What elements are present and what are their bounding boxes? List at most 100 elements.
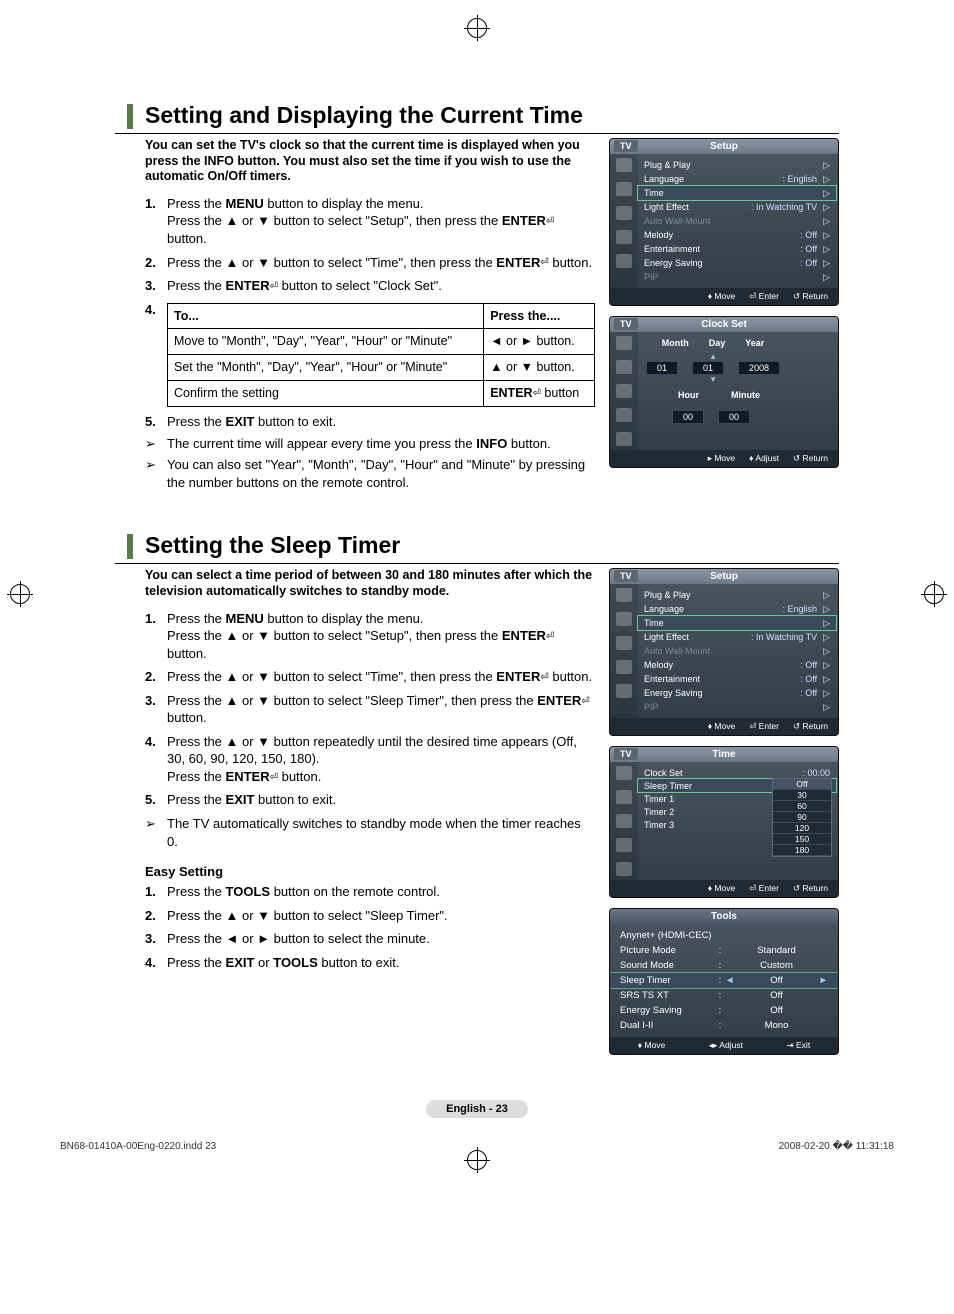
- tools-row: SRS TS XT:Off: [610, 988, 838, 1003]
- clock-value: 2008: [738, 361, 780, 375]
- osd-hint: ♦ Move: [708, 883, 735, 894]
- osd-category-icons: [610, 332, 638, 450]
- clock-value: 00: [718, 410, 750, 424]
- step-number: 2.: [145, 668, 167, 686]
- osd-row: Melody: Off▷: [644, 658, 830, 672]
- footer-timestamp: 2008-02-20 �� 11:31:18: [779, 1141, 894, 1152]
- osd-hint: ↺ Return: [793, 883, 828, 894]
- osd-hint: ⇥ Exit: [787, 1040, 811, 1051]
- enter-icon: ⏎: [270, 771, 278, 785]
- step-number: 4.: [145, 301, 167, 408]
- osd-category-icons: [610, 584, 638, 718]
- osd-category-icons: [610, 154, 638, 288]
- osd-tab: TV: [614, 318, 638, 330]
- osd-hint: ⏎ Enter: [749, 883, 779, 894]
- dropdown-option: Off: [773, 779, 831, 790]
- osd-hint: ↺ Return: [793, 291, 828, 302]
- osd-tab: TV: [614, 748, 638, 760]
- step-number: 5.: [145, 413, 167, 431]
- osd-row: Auto Wall-Mount▷: [644, 644, 830, 658]
- osd-tab: TV: [614, 570, 638, 582]
- osd-tools-panel: Tools Anynet+ (HDMI-CEC)Picture Mode:Sta…: [609, 908, 839, 1055]
- osd-title: Setup: [710, 571, 738, 582]
- osd-title: Clock Set: [701, 319, 747, 330]
- osd-hint: ↺ Return: [793, 721, 828, 732]
- note-text: You can also set "Year", "Month", "Day",…: [167, 456, 595, 491]
- step-body: Press the ▲ or ▼ button to select "Sleep…: [167, 907, 595, 925]
- registration-mark-icon: [467, 1150, 487, 1170]
- step-body: Press the EXIT button to exit.: [167, 791, 595, 809]
- clock-value: 01: [646, 361, 678, 375]
- dropdown-option: 120: [773, 823, 831, 834]
- note-text: The current time will appear every time …: [167, 435, 551, 453]
- clock-value: 01: [692, 361, 724, 375]
- section-clock: Setting and Displaying the Current Time …: [115, 100, 839, 495]
- page-number: English - 23: [426, 1100, 528, 1118]
- step-number: 3.: [145, 277, 167, 295]
- clock-value: 00: [672, 410, 704, 424]
- step-body: Press the ◄ or ► button to select the mi…: [167, 930, 595, 948]
- osd-title: Time: [712, 749, 735, 760]
- tools-row: Picture Mode:Standard: [610, 943, 838, 958]
- osd-tab: TV: [614, 140, 638, 152]
- osd-row: Auto Wall-Mount▷: [644, 214, 830, 228]
- dropdown-option: 180: [773, 845, 831, 856]
- clock-label: Hour: [678, 390, 699, 400]
- osd-hint: ♦ Move: [638, 1040, 665, 1051]
- enter-icon: ⏎: [533, 387, 541, 401]
- table-cell: Confirm the setting: [168, 381, 484, 407]
- instruction-table: To...Press the.... Move to "Month", "Day…: [167, 303, 595, 408]
- osd-row: Light Effect: In Watching TV▷: [644, 630, 830, 644]
- osd-row: Plug & Play▷: [644, 158, 830, 172]
- step-body: Press the EXIT button to exit.: [167, 413, 336, 431]
- note-icon: ➢: [145, 456, 167, 491]
- clock-label: Month: [662, 338, 689, 348]
- osd-setup-panel: TVSetup Plug & Play▷Language: English▷Ti…: [609, 138, 839, 306]
- osd-row: Language: English▷: [644, 602, 830, 616]
- step-number: 2.: [145, 254, 167, 272]
- osd-hint: ↺ Return: [793, 453, 828, 464]
- step-number: 3.: [145, 692, 167, 727]
- clock-label: Year: [745, 338, 764, 348]
- registration-mark-icon: [924, 584, 944, 604]
- osd-row: Entertainment: Off▷: [644, 242, 830, 256]
- osd-row: PIP▷: [644, 270, 830, 284]
- osd-hint: ⏎ Enter: [749, 291, 779, 302]
- osd-row: Time▷: [638, 616, 836, 630]
- osd-row: Language: English▷: [644, 172, 830, 186]
- step-body: Press the ▲ or ▼ button repeatedly until…: [167, 733, 595, 786]
- enter-icon: ⏎: [581, 695, 589, 709]
- osd-hint: ♦ Move: [708, 291, 735, 302]
- osd-title: Tools: [711, 911, 737, 922]
- enter-icon: ⏎: [540, 256, 548, 270]
- osd-row: PIP▷: [644, 700, 830, 714]
- tools-row: Energy Saving:Off: [610, 1003, 838, 1018]
- table-header: To...: [168, 303, 484, 329]
- section-sleep-timer: Setting the Sleep Timer You can select a…: [115, 530, 839, 1065]
- osd-hint: ⏎ Enter: [749, 721, 779, 732]
- tools-row: Sound Mode:Custom: [610, 958, 838, 973]
- clock-label: Day: [709, 338, 726, 348]
- table-cell: ▲ or ▼ button.: [484, 355, 595, 381]
- dropdown-option: 90: [773, 812, 831, 823]
- osd-clockset-panel: TVClock Set Month Day Year ▲: [609, 316, 839, 468]
- osd-row: Time▷: [638, 186, 836, 200]
- osd-row: Energy Saving: Off▷: [644, 256, 830, 270]
- step-number: 4.: [145, 954, 167, 972]
- note-icon: ➢: [145, 435, 167, 453]
- footer-filename: BN68-01410A-00Eng-0220.indd 23: [60, 1141, 216, 1152]
- osd-row: Energy Saving: Off▷: [644, 686, 830, 700]
- osd-hint: ◂▸ Adjust: [709, 1040, 743, 1051]
- intro-text: You can select a time period of between …: [115, 568, 595, 599]
- osd-row: Entertainment: Off▷: [644, 672, 830, 686]
- section-title: Setting the Sleep Timer: [115, 530, 839, 563]
- dropdown-option: 60: [773, 801, 831, 812]
- step-number: 1.: [145, 610, 167, 663]
- tools-row: Dual I-II:Mono: [610, 1018, 838, 1033]
- section-title: Setting and Displaying the Current Time: [115, 100, 839, 133]
- sleep-timer-dropdown: Off306090120150180: [772, 778, 832, 857]
- step-body: Press the ▲ or ▼ button to select "Time"…: [167, 254, 595, 272]
- table-cell: Move to "Month", "Day", "Year", "Hour" o…: [168, 329, 484, 355]
- enter-icon: ⏎: [540, 671, 548, 685]
- osd-hint: ▸ Move: [708, 453, 735, 464]
